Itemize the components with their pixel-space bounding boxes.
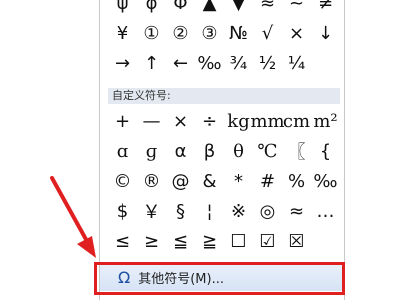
symbol-cell[interactable]: Φ bbox=[166, 0, 195, 18]
symbol-cell bbox=[311, 226, 340, 256]
symbol-cell[interactable]: + bbox=[108, 106, 137, 136]
symbol-cell[interactable]: ~ bbox=[282, 0, 311, 18]
symbol-cell[interactable]: $ bbox=[108, 196, 137, 226]
symbol-cell[interactable]: ÷ bbox=[195, 106, 224, 136]
symbol-cell[interactable]: ½ bbox=[253, 48, 282, 78]
symbol-cell[interactable]: ￥ bbox=[137, 196, 166, 226]
symbol-panel: ψ φ Φ ▲ ▼ ≈ ~ ≠ ¥ ① ② ③ № √ × ↓ → ↑ ← ‰ ¾ ½ ¼ 自定义符号: + — × ÷ kg mm c… bbox=[99, 0, 345, 300]
symbol-cell[interactable]: m² bbox=[311, 106, 340, 136]
symbol-cell[interactable]: ψ bbox=[108, 0, 137, 18]
symbol-cell[interactable]: → bbox=[108, 48, 137, 78]
symbol-cell[interactable]: ① bbox=[137, 18, 166, 48]
symbol-cell[interactable]: √ bbox=[253, 18, 282, 48]
symbol-cell[interactable]: ③ bbox=[195, 18, 224, 48]
symbol-cell[interactable]: ② bbox=[166, 18, 195, 48]
symbol-cell[interactable]: α bbox=[166, 136, 195, 166]
symbol-cell[interactable]: ɑ bbox=[108, 136, 137, 166]
symbol-cell[interactable]: ≥ bbox=[137, 226, 166, 256]
symbol-cell[interactable]: ¾ bbox=[224, 48, 253, 78]
symbol-cell[interactable]: … bbox=[311, 196, 340, 226]
symbol-cell[interactable]: ℃ bbox=[253, 136, 282, 166]
symbol-cell[interactable]: @ bbox=[166, 166, 195, 196]
symbol-cell[interactable]: φ bbox=[137, 0, 166, 18]
symbol-cell[interactable]: kg bbox=[224, 106, 253, 136]
symbol-cell[interactable]: θ bbox=[224, 136, 253, 166]
symbol-cell[interactable]: 〖 bbox=[282, 136, 311, 166]
symbol-cell[interactable]: № bbox=[224, 18, 253, 48]
symbol-cell[interactable]: ‰ bbox=[195, 48, 224, 78]
symbol-cell[interactable]: × bbox=[166, 106, 195, 136]
symbol-cell[interactable]: % bbox=[282, 166, 311, 196]
symbol-cell[interactable]: ≧ bbox=[195, 226, 224, 256]
symbol-cell[interactable]: ▲ bbox=[195, 0, 224, 18]
symbol-cell[interactable]: ¼ bbox=[282, 48, 311, 78]
symbol-cell[interactable]: ↓ bbox=[311, 18, 340, 48]
symbol-cell[interactable]: β bbox=[195, 136, 224, 166]
symbol-cell bbox=[311, 48, 340, 78]
symbol-cell[interactable]: ☒ bbox=[282, 226, 311, 256]
highlight-box bbox=[94, 262, 345, 295]
symbol-grid-top: ψ φ Φ ▲ ▼ ≈ ~ ≠ ¥ ① ② ③ № √ × ↓ → ↑ ← ‰ ¾ ½ ¼ bbox=[108, 0, 340, 78]
symbol-cell[interactable]: ≠ bbox=[311, 0, 340, 18]
symbol-cell[interactable]: ≈ bbox=[253, 0, 282, 18]
symbol-grid-custom: + — × ÷ kg mm cm m² ɑ ɡ α β θ ℃ 〖{ © ® @ & * #% ‰ $ ￥ § ¦ ※ ◎ ≈… ≤ ≥ ≦ ≧… bbox=[108, 106, 340, 256]
symbol-cell[interactable]: ¦ bbox=[195, 196, 224, 226]
symbol-cell[interactable]: ☐ bbox=[224, 226, 253, 256]
symbol-cell[interactable]: ◎ bbox=[253, 196, 282, 226]
symbol-cell[interactable]: ▼ bbox=[224, 0, 253, 18]
symbol-cell[interactable]: mm bbox=[250, 106, 284, 136]
symbol-cell[interactable]: × bbox=[282, 18, 311, 48]
symbol-cell[interactable]: ↑ bbox=[137, 48, 166, 78]
symbol-cell[interactable]: § bbox=[166, 196, 195, 226]
symbol-cell[interactable]: ※ bbox=[224, 196, 253, 226]
symbol-cell[interactable]: ← bbox=[166, 48, 195, 78]
symbol-cell[interactable]: ☑ bbox=[253, 226, 282, 256]
symbol-cell[interactable]: © bbox=[108, 166, 137, 196]
symbol-cell[interactable]: ® bbox=[137, 166, 166, 196]
symbol-cell[interactable]: cm bbox=[282, 106, 311, 136]
symbol-cell[interactable]: ‰ bbox=[311, 166, 340, 196]
symbol-cell[interactable]: & bbox=[195, 166, 224, 196]
symbol-cell[interactable]: * bbox=[224, 166, 253, 196]
symbol-cell[interactable]: ≈ bbox=[282, 196, 311, 226]
custom-symbols-header: 自定义符号: bbox=[108, 88, 340, 104]
symbol-cell[interactable]: ɡ bbox=[137, 136, 166, 166]
symbol-cell[interactable]: ¥ bbox=[108, 18, 137, 48]
symbol-cell[interactable]: # bbox=[253, 166, 282, 196]
symbol-cell[interactable]: { bbox=[311, 136, 340, 166]
symbol-cell[interactable]: ≤ bbox=[108, 226, 137, 256]
symbol-cell[interactable]: ≦ bbox=[166, 226, 195, 256]
symbol-cell[interactable]: — bbox=[137, 106, 166, 136]
